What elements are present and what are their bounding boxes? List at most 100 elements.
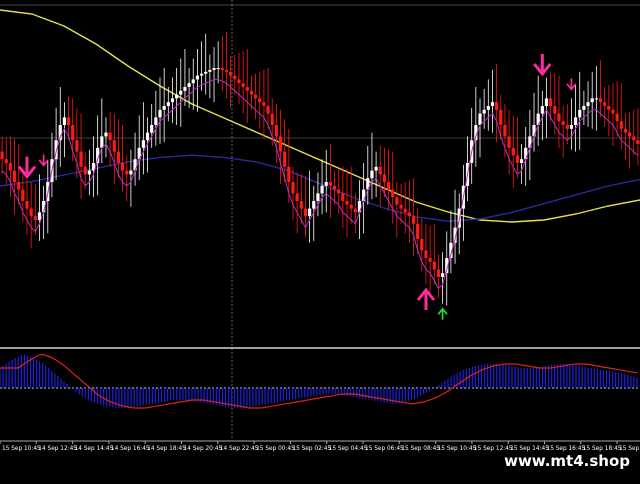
candle [54,107,58,181]
time-tick-label: 14 Sep 22:45 [220,446,259,452]
candle [378,145,382,207]
chart-canvas[interactable]: 15 Sep 10:4514 Sep 12:4514 Sep 14:4514 S… [0,0,640,480]
candle [233,54,237,95]
candle [108,111,112,167]
time-tick-label: 15 Sep 10:45 [438,446,477,452]
candle-body [262,102,266,106]
candle [573,85,578,152]
candle-body [370,170,374,179]
candle-body [565,125,569,129]
candle [0,136,4,175]
candle [220,35,224,91]
candle [191,58,195,110]
candle-body [154,117,158,125]
candle-body [615,113,619,122]
candle-body [224,69,229,72]
candle [278,109,283,184]
candle [607,85,611,137]
candle-body [220,68,224,70]
sell-arrow-icon [533,54,552,77]
candle [532,92,536,152]
trading-chart[interactable]: 15 Sep 10:45 14 Sep 12:45 14 Sep 14:45 14 S… [0,0,640,480]
candle [241,50,245,114]
candle [561,106,565,158]
candle-body [324,182,328,186]
candle-body [337,189,341,194]
candle [237,52,241,105]
candle-body [229,71,233,76]
candle-body [116,151,121,163]
candle-body [332,185,337,190]
candle [91,136,96,198]
candle [320,159,324,215]
candle [411,178,416,257]
candle [424,223,428,285]
candle [266,68,270,129]
candle-body [424,250,428,258]
candle [274,104,278,163]
candle-body [79,151,83,167]
sell-arrow-icon [17,156,37,180]
candle [224,31,229,99]
candle-body [291,182,295,194]
candle [557,75,561,148]
candle-body [100,136,104,148]
candle-body [374,166,378,171]
sell-arrow-icon [566,78,577,91]
candle-body [557,113,561,122]
candle [291,166,295,220]
candle-body [204,71,208,74]
candle-body [278,136,283,152]
time-tick-label: 14 Sep 20:45 [184,446,223,452]
candle [37,174,42,241]
candle [594,66,598,131]
candle [216,41,220,84]
moving-average-slow [0,9,640,223]
time-tick-label: 14 Sep 12:45 [38,446,77,452]
candle-body [378,166,382,175]
candle-body [619,121,623,129]
time-tick-label: 14 Sep 16:45 [111,446,150,452]
candle-body [29,208,33,217]
candle [299,174,303,224]
candle [204,33,208,95]
candle-body [573,117,578,125]
candle-body [108,132,112,141]
candle-body [191,79,195,84]
candle-body [4,159,8,163]
candle-body [25,201,29,209]
candle-body [75,140,79,152]
candle-body [407,212,411,217]
candle [536,75,540,146]
candle [262,69,266,139]
candle [486,79,490,131]
candle [598,60,603,118]
candle-body [495,102,499,110]
candle [328,144,332,219]
candle [195,49,200,112]
candle-body [308,208,312,217]
candle-body [399,204,403,209]
candle-body [241,83,245,87]
candle-body [208,69,212,72]
candle-body [395,197,399,205]
candle-body [540,106,544,114]
candle-body [316,193,320,201]
candle [341,166,345,228]
candle-body [345,201,349,205]
candle [29,182,33,249]
candle-body [175,94,179,99]
candle [628,111,632,169]
candle [569,98,574,150]
time-tick-label: 15 Sep 10:45 [2,446,41,452]
candle-body [37,212,42,220]
candle [253,73,258,120]
candle [382,147,387,198]
candle [316,172,320,217]
candle-body [233,75,237,80]
candle [370,132,374,200]
candle-body [511,147,515,156]
candle-body [283,151,287,167]
candle-body [420,239,424,251]
candle-body [8,163,12,171]
